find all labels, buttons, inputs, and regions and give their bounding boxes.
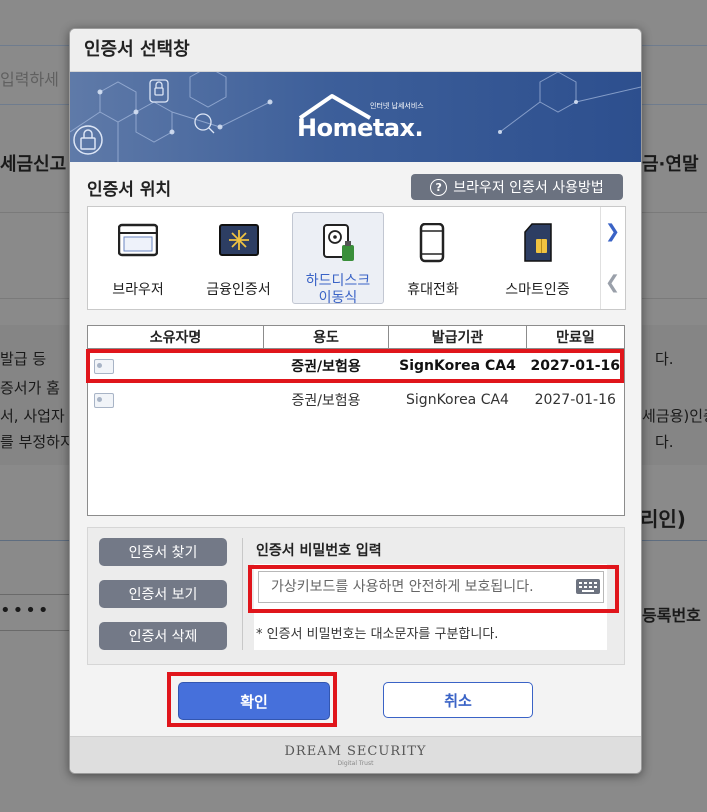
bg-text: 리인) — [640, 507, 686, 531]
bg-text: 등록번호 — [642, 606, 701, 625]
footer-brand: DREAM SECURITY — [284, 744, 427, 759]
certificate-card-icon — [94, 358, 114, 374]
owner-cell — [88, 349, 264, 384]
certificate-select-dialog: 인증서 선택창 인터넷 납세서비스 Hometax. 인증서 위치 ? 브라우저… — [69, 28, 642, 774]
divider — [242, 538, 243, 650]
issuer-cell: SignKorea CA4 — [406, 392, 509, 408]
location-scroll: ❯ ❮ — [600, 207, 625, 309]
chevron-right-icon[interactable]: ❯ — [605, 221, 620, 242]
bg-text: 를 부정하지 — [0, 433, 74, 451]
location-label: 브라우저 — [112, 282, 164, 298]
masked-field: •••• — [0, 600, 51, 621]
owner-name — [120, 354, 250, 378]
certificate-table: 소유자명 용도 발급기관 만료일 증권/보험용 SignKorea CA4 20… — [87, 325, 625, 516]
usage-cell: 증권/보험용 — [291, 393, 361, 409]
question-icon: ? — [430, 178, 448, 196]
help-button-label: 브라우저 인증서 사용방법 — [453, 180, 604, 196]
bg-text: 증서가 홈 — [0, 379, 60, 397]
search-input-bg: 입력하세 — [0, 70, 59, 89]
location-label: 하드디스크 이동식 — [305, 273, 371, 306]
expiry-cell: 2027-01-16 — [534, 392, 616, 408]
column-header: 용도 — [263, 326, 389, 349]
location-label: 휴대전화 — [407, 282, 459, 298]
expiry-cell: 2027-01-16 — [530, 358, 621, 374]
location-financial-cert[interactable]: 금융인증서 — [191, 207, 286, 309]
divider — [0, 594, 69, 595]
column-header: 발급기관 — [388, 326, 527, 349]
delete-cert-button[interactable]: 인증서 삭제 — [99, 622, 227, 650]
browser-window-icon — [118, 223, 158, 257]
bg-text: 서, 사업자 — [0, 407, 65, 425]
owner-cell — [88, 383, 264, 417]
bg-text: 금·연말 — [642, 154, 699, 175]
table-row[interactable]: 증권/보험용 SignKorea CA4 2027-01-16 — [88, 349, 624, 384]
owner-name — [120, 388, 250, 412]
location-mobile-phone[interactable]: 휴대전화 — [393, 207, 473, 309]
location-label: 스마트인증 — [505, 282, 570, 298]
lock-icon — [73, 125, 103, 155]
lock-icon — [149, 79, 169, 103]
dialog-title: 인증서 선택창 — [70, 29, 641, 72]
logo-text: Hometax. — [297, 114, 424, 142]
chevron-left-icon[interactable]: ❮ — [605, 272, 620, 293]
column-header: 만료일 — [526, 326, 624, 349]
location-label: 금융인증서 — [206, 282, 271, 298]
cancel-button[interactable]: 취소 — [383, 682, 533, 718]
hometax-logo: 인터넷 납세서비스 Hometax. — [292, 92, 424, 150]
cert-location-label: 인증서 위치 — [87, 180, 172, 200]
password-label: 인증서 비밀번호 입력 — [256, 543, 382, 559]
dialog-footer: DREAM SECURITY Digital Trust — [70, 736, 641, 773]
bg-text: 다. — [655, 350, 674, 368]
table-header: 소유자명 용도 발급기관 만료일 — [88, 326, 624, 349]
browser-cert-help-button[interactable]: ? 브라우저 인증서 사용방법 — [411, 174, 623, 200]
mobile-phone-icon — [419, 223, 445, 263]
location-smart-cert[interactable]: 스마트인증 — [495, 207, 580, 309]
view-cert-button[interactable]: 인증서 보기 — [99, 580, 227, 608]
ok-button[interactable]: 확인 — [178, 682, 330, 720]
cert-location-selector: 브라우저 금융인증서 하드디스크 이동식 휴대전화 스마트인증 ❯ ❮ — [87, 206, 626, 310]
password-input[interactable]: 가상키보드를 사용하면 안전하게 보호됩니다. — [258, 571, 604, 603]
bg-text: 세금신고 — [0, 154, 67, 175]
column-header: 소유자명 — [88, 326, 264, 349]
cert-actions-panel: 인증서 찾기 인증서 보기 인증서 삭제 인증서 비밀번호 입력 가상키보드를 … — [87, 527, 625, 665]
financial-cert-icon — [218, 224, 259, 256]
password-hint: * 인증서 비밀번호는 대소문자를 구분합니다. — [256, 627, 499, 642]
bg-text: 다. — [655, 433, 674, 451]
location-hard-disk[interactable]: 하드디스크 이동식 — [292, 212, 384, 306]
location-browser[interactable]: 브라우저 — [98, 207, 178, 309]
divider — [0, 630, 69, 631]
issuer-cell: SignKorea CA4 — [399, 358, 516, 374]
keyboard-icon[interactable] — [576, 579, 600, 594]
hometax-banner: 인터넷 납세서비스 Hometax. — [70, 72, 641, 162]
certificate-card-icon — [94, 392, 114, 408]
search-icon — [194, 113, 215, 134]
smart-cert-sim-icon — [523, 223, 552, 262]
logo-subtitle: 인터넷 납세서비스 — [370, 102, 424, 110]
footer-tagline: Digital Trust — [337, 760, 374, 767]
find-cert-button[interactable]: 인증서 찾기 — [99, 538, 227, 566]
bg-text: 발급 등 — [0, 350, 47, 368]
usage-cell: 증권/보험용 — [291, 359, 361, 375]
table-row[interactable]: 증권/보험용 SignKorea CA4 2027-01-16 — [88, 383, 624, 417]
bg-text: 세금용)인증 — [642, 407, 707, 425]
hard-disk-usb-icon — [323, 224, 354, 261]
